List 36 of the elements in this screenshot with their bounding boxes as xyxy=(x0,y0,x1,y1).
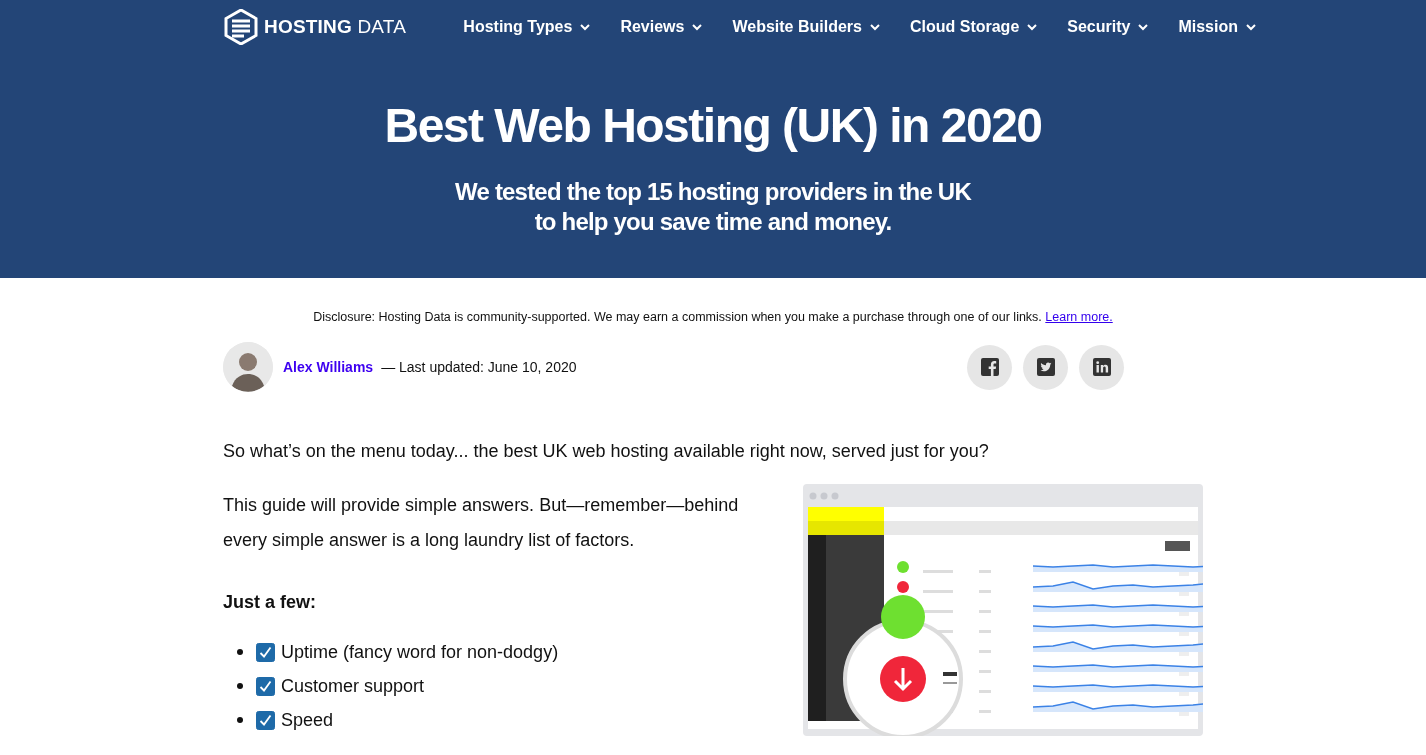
chevron-down-icon xyxy=(692,23,703,31)
chevron-down-icon xyxy=(1246,23,1256,31)
intro-text: So what’s on the menu today... the best UK web hosting available right now, served just for you? xyxy=(223,441,990,462)
bullet-icon xyxy=(237,649,243,655)
list-item-text: Customer support xyxy=(281,675,425,697)
share-button[interactable] xyxy=(1079,344,1124,390)
chevron-down-icon xyxy=(1027,23,1038,31)
logo-icon xyxy=(224,9,258,45)
share-button[interactable] xyxy=(1023,344,1068,390)
logo-text[interactable]: HOSTING DATA xyxy=(264,16,407,38)
chevron-down-icon xyxy=(580,23,591,31)
learn-more-link[interactable]: Learn more. xyxy=(1045,310,1113,324)
list-item-text: Uptime (fancy word for non-dodgy) xyxy=(281,641,559,663)
list-heading: Just a few: xyxy=(223,592,318,613)
subtitle: We tested the top 15 hosting providers in the UK xyxy=(455,177,971,207)
page-title: Best Web Hosting (UK) in 2020 xyxy=(383,98,1043,153)
nav-menu-item[interactable]: Mission xyxy=(1178,18,1256,36)
nav-menu-item[interactable]: Website Builders xyxy=(732,18,880,36)
chevron-down-icon xyxy=(1138,23,1149,31)
disclosure-text: Disclosure: Hosting Data is community-supported. We may earn a commission when you make a purchase through one of our links. Learn more. xyxy=(312,310,1114,324)
paragraph: This guide will provide simple answers. But—remember—behind every simple answer is a long laundry list of factors. xyxy=(223,494,740,552)
facebook-icon xyxy=(980,358,999,376)
list-item-text: Speed xyxy=(281,709,334,731)
linkedin-icon xyxy=(1092,358,1111,376)
last-updated: — Last updated: June 10, 2020 xyxy=(381,359,577,375)
chevron-down-icon xyxy=(869,23,880,31)
bullet-icon xyxy=(237,717,243,723)
nav-menu-item[interactable]: Hosting Types xyxy=(463,18,591,36)
subtitle: to help you save time and money. xyxy=(534,207,892,237)
share-button[interactable] xyxy=(967,344,1012,390)
nav-menu-item[interactable]: Security xyxy=(1067,18,1149,36)
nav-menu-item[interactable]: Reviews xyxy=(620,18,703,36)
author-link[interactable]: Alex Williams xyxy=(283,359,374,375)
nav-menu-item[interactable]: Cloud Storage xyxy=(909,18,1038,36)
twitter-icon xyxy=(1036,358,1055,376)
bullet-icon xyxy=(237,683,243,689)
